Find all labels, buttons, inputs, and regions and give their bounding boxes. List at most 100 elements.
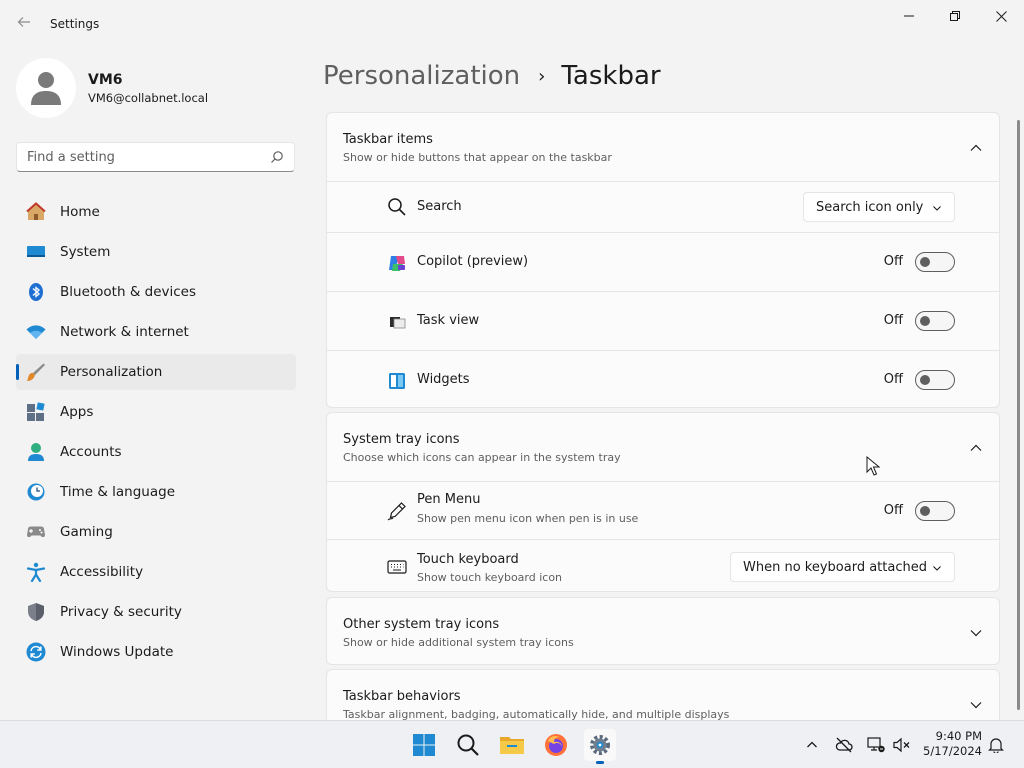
pen-menu-label: Pen Menu (417, 492, 481, 507)
toggle-knob (920, 375, 930, 385)
touch-keyboard-label: Touch keyboard (417, 552, 519, 567)
sidebar-item-label: Network & internet (60, 324, 189, 340)
copilot-toggle[interactable] (915, 252, 955, 272)
system-tray-icons-header[interactable]: System tray icons Choose which icons can… (327, 413, 999, 481)
wifi-icon (26, 325, 46, 339)
title-bar: Settings (0, 0, 1024, 48)
search-icon[interactable] (270, 150, 284, 164)
sidebar-item-windows-update[interactable]: Windows Update (16, 634, 296, 670)
brush-icon (27, 363, 45, 381)
show-hidden-icons-button[interactable] (802, 735, 822, 755)
cloud-status-button[interactable] (834, 735, 854, 755)
speaker-muted-icon (893, 737, 910, 753)
search-label: Search (417, 199, 462, 214)
chevron-down-icon[interactable] (969, 626, 983, 640)
task-view-toggle[interactable] (915, 311, 955, 331)
update-icon (26, 642, 46, 662)
sidebar-item-time-language[interactable]: Time & language (16, 474, 296, 510)
sidebar-item-system[interactable]: System (16, 234, 296, 270)
sidebar-item-bluetooth[interactable]: Bluetooth & devices (16, 274, 296, 310)
copilot-label: Copilot (preview) (417, 254, 529, 269)
copilot-state: Off (883, 254, 903, 269)
sidebar-item-privacy[interactable]: Privacy & security (16, 594, 296, 630)
chevron-up-icon[interactable] (969, 141, 983, 155)
section-title: Taskbar items (343, 132, 433, 147)
clock-date: 5/17/2024 (923, 744, 982, 758)
bluetooth-icon (29, 283, 43, 301)
close-button[interactable] (978, 0, 1024, 32)
pen-menu-toggle[interactable] (915, 501, 955, 521)
file-explorer-button[interactable] (496, 729, 528, 761)
sidebar-item-label: Windows Update (60, 644, 174, 660)
chevron-down-icon (933, 566, 941, 571)
widgets-label: Widgets (417, 372, 470, 387)
task-view-row: Task view Off (327, 291, 999, 350)
minimize-icon (904, 15, 914, 17)
active-app-indicator (596, 761, 604, 764)
chevron-up-icon[interactable] (969, 441, 983, 455)
taskbar-items-header[interactable]: Taskbar items Show or hide buttons that … (327, 113, 999, 181)
chevron-down-icon[interactable] (969, 698, 983, 712)
sidebar-item-label: System (60, 244, 111, 260)
dropdown-value: When no keyboard attached (743, 559, 927, 575)
pen-menu-description: Show pen menu icon when pen is in use (417, 512, 639, 525)
touch-keyboard-dropdown[interactable]: When no keyboard attached (730, 552, 955, 582)
sidebar-item-label: Time & language (60, 484, 176, 500)
search-box[interactable] (16, 142, 295, 172)
notifications-button[interactable] (986, 735, 1006, 755)
section-subtitle: Show or hide additional system tray icon… (343, 636, 574, 649)
firefox-button[interactable] (540, 729, 572, 761)
pen-menu-row: Pen Menu Show pen menu icon when pen is … (327, 481, 999, 539)
sidebar-nav: Home System Bluetooth & devices Network … (16, 194, 296, 674)
taskbar: 9:40 PM 5/17/2024 (0, 720, 1024, 768)
profile-email: VM6@collabnet.local (88, 91, 209, 105)
taskbar-search-button[interactable] (452, 729, 484, 761)
search-row: Search Search icon only (327, 181, 999, 232)
system-clock[interactable]: 9:40 PM 5/17/2024 (918, 729, 982, 759)
sidebar-item-accessibility[interactable]: Accessibility (16, 554, 296, 590)
search-icon (388, 198, 406, 216)
settings-app-button[interactable] (584, 729, 616, 764)
restore-button[interactable] (932, 0, 978, 32)
section-title: System tray icons (343, 432, 460, 447)
chevron-down-icon (933, 206, 941, 211)
sidebar-item-label: Accessibility (60, 564, 144, 580)
sidebar-item-label: Apps (60, 404, 94, 420)
avatar[interactable] (16, 58, 76, 118)
sidebar-item-apps[interactable]: Apps (16, 394, 296, 430)
sidebar-item-gaming[interactable]: Gaming (16, 514, 296, 550)
start-button[interactable] (408, 729, 440, 761)
sidebar-item-home[interactable]: Home (16, 194, 296, 230)
volume-button[interactable] (892, 735, 912, 755)
clock-time: 9:40 PM (935, 729, 982, 743)
breadcrumb-parent[interactable]: Personalization (323, 61, 520, 91)
sidebar-item-personalization[interactable]: Personalization (16, 354, 296, 390)
restore-icon (950, 11, 960, 21)
close-icon (995, 10, 1007, 22)
section-subtitle: Show or hide buttons that appear on the … (343, 151, 612, 164)
search-input[interactable] (17, 143, 262, 171)
pen-menu-state: Off (883, 503, 903, 518)
sidebar-item-label: Bluetooth & devices (60, 284, 197, 300)
search-icon (457, 734, 479, 756)
minimize-button[interactable] (886, 0, 932, 32)
bell-icon (988, 738, 1004, 753)
toggle-knob (920, 257, 930, 267)
shield-icon (28, 603, 44, 621)
accounts-icon (28, 443, 44, 461)
firefox-icon (545, 734, 567, 756)
back-arrow-icon[interactable] (14, 14, 34, 34)
accessibility-icon (26, 562, 46, 582)
network-button[interactable] (866, 735, 886, 755)
widgets-toggle[interactable] (915, 370, 955, 390)
other-tray-icons-section[interactable]: Other system tray icons Show or hide add… (326, 597, 1000, 665)
search-mode-dropdown[interactable]: Search icon only (803, 192, 955, 222)
scrollbar[interactable] (1017, 120, 1020, 710)
sidebar-item-accounts[interactable]: Accounts (16, 434, 296, 470)
chevron-up-icon (807, 741, 817, 748)
dropdown-value: Search icon only (816, 199, 924, 215)
sidebar-item-network[interactable]: Network & internet (16, 314, 296, 350)
taskbar-behaviors-section[interactable]: Taskbar behaviors Taskbar alignment, bad… (326, 669, 1000, 720)
gamepad-icon (27, 526, 45, 538)
system-icon (27, 246, 45, 257)
